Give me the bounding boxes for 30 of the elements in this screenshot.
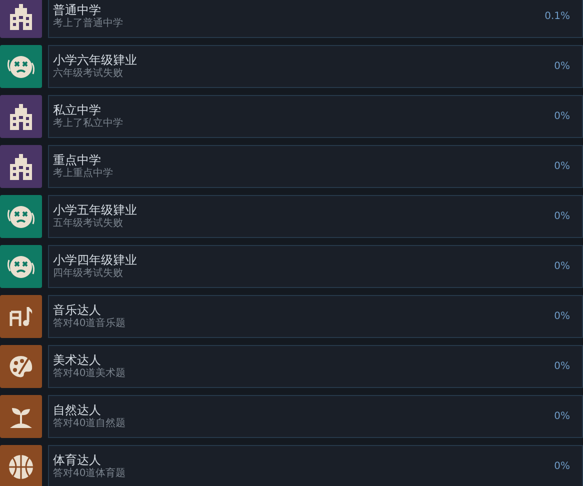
achievement-title: 普通中学 bbox=[53, 2, 102, 18]
unlock-percent: 0% bbox=[554, 460, 570, 474]
achievement-description: 考上重点中学 bbox=[53, 168, 113, 180]
achievement-description: 答对40道美术题 bbox=[53, 368, 126, 380]
achievement-title: 私立中学 bbox=[53, 102, 102, 118]
achievement-description: 答对40道自然题 bbox=[53, 418, 126, 430]
achievement-title: 小学五年级肄业 bbox=[53, 202, 137, 218]
unlock-percent: 0% bbox=[554, 210, 570, 224]
unlock-percent: 0% bbox=[554, 60, 570, 74]
achievement-description: 四年级考试失败 bbox=[53, 268, 124, 280]
achievement-description: 五年级考试失败 bbox=[53, 218, 124, 230]
achievement-description: 考上了普通中学 bbox=[53, 18, 123, 30]
achievement-title: 音乐达人 bbox=[53, 302, 102, 318]
unlock-percent: 0% bbox=[554, 360, 570, 374]
unlock-percent: 0.1% bbox=[544, 10, 570, 24]
achievement-title: 自然达人 bbox=[53, 402, 102, 418]
achievement-title: 美术达人 bbox=[53, 352, 102, 368]
achievement-description: 六年级考试失败 bbox=[53, 68, 124, 80]
achievement-title: 小学四年级肄业 bbox=[53, 252, 137, 268]
achievement-title: 体育达人 bbox=[53, 452, 102, 468]
achievement-description: 考上了私立中学 bbox=[53, 118, 123, 130]
achievement-description: 答对40道体育题 bbox=[53, 468, 126, 480]
achievement-description: 答对40道音乐题 bbox=[53, 318, 126, 330]
unlock-percent: 0% bbox=[554, 110, 570, 124]
unlock-percent: 0% bbox=[554, 410, 570, 424]
unlock-percent: 0% bbox=[554, 260, 570, 274]
unlock-percent: 0% bbox=[554, 310, 570, 324]
achievement-title: 重点中学 bbox=[53, 152, 102, 168]
unlock-percent: 0% bbox=[554, 160, 570, 174]
achievement-title: 小学六年级肄业 bbox=[53, 52, 137, 68]
